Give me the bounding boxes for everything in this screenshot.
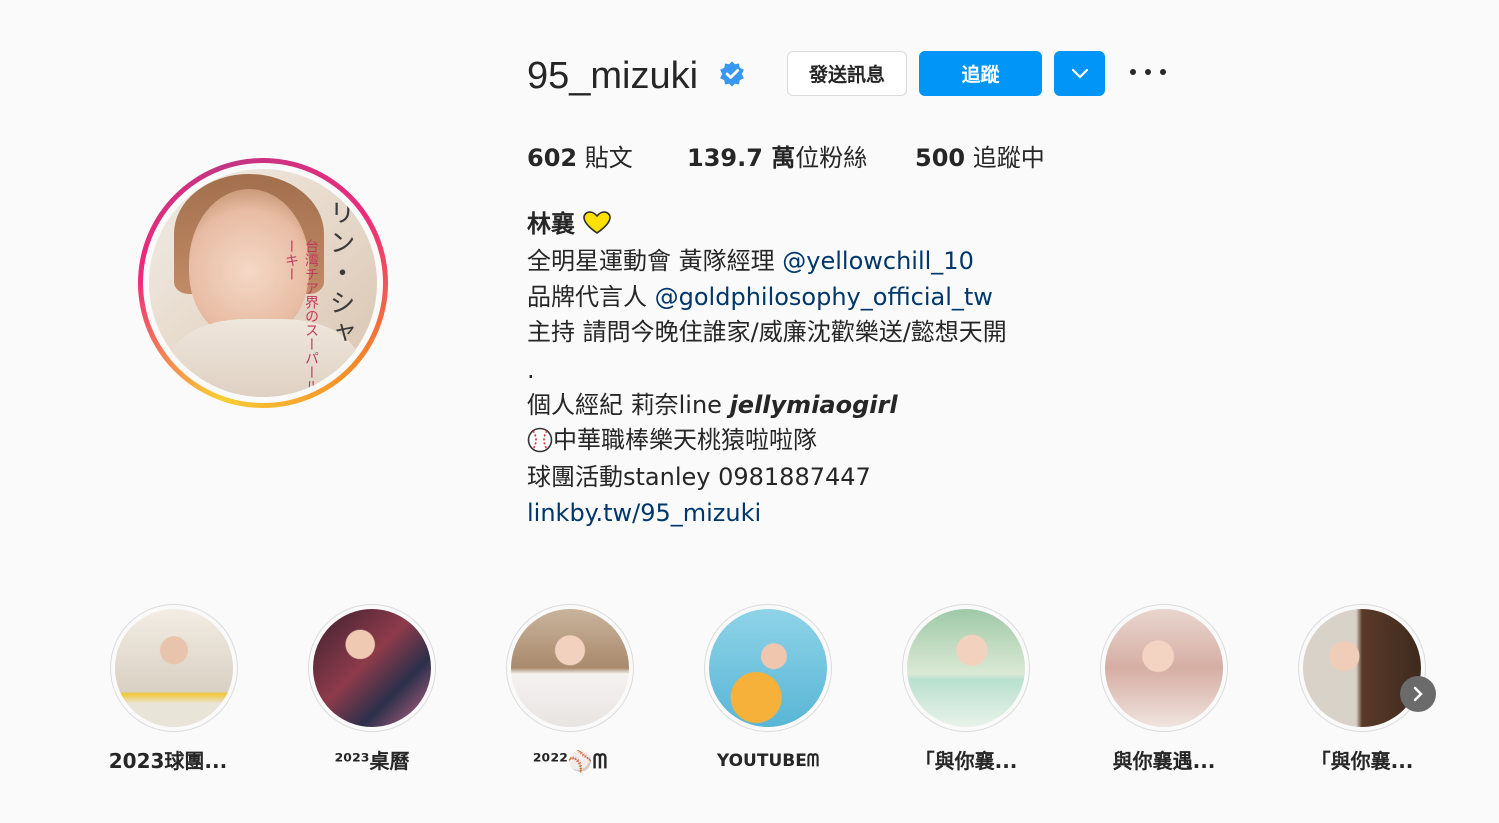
profile-username: 95_mizuki xyxy=(527,55,699,97)
bio-line-1: 全明星運動會 黃隊經理 @yellowchill_10 xyxy=(527,243,974,279)
highlight-cover xyxy=(115,609,233,727)
highlights-next-button[interactable] xyxy=(1400,676,1436,712)
highlight-item[interactable] xyxy=(704,604,832,732)
baseball-icon xyxy=(527,427,553,453)
posts-count: 602 貼文 xyxy=(527,143,633,173)
bio-text: 中華職棒樂天桃猿啦啦隊 xyxy=(553,426,817,454)
avatar-subtitle-text: 台湾チア界のスーパールーキー xyxy=(283,239,319,393)
follow-button[interactable]: 追蹤 xyxy=(919,51,1042,96)
avatar-title-text: リン・シャ xyxy=(325,199,355,349)
bio-line-4: . xyxy=(527,356,535,384)
suggested-dropdown-button[interactable] xyxy=(1054,51,1105,96)
chevron-down-icon xyxy=(1071,68,1088,79)
highlight-label: ²⁰²³桌曆 xyxy=(334,749,410,773)
highlight-cover xyxy=(313,609,431,727)
bio-line-7: 球團活動stanley 0981887447 xyxy=(527,463,871,491)
followers-count[interactable]: 139.7 萬位粉絲 xyxy=(687,143,867,173)
following-count[interactable]: 500 追蹤中 xyxy=(915,143,1045,173)
followers-value: 139.7 萬 xyxy=(687,144,796,172)
posts-label: 貼文 xyxy=(577,144,633,172)
verified-badge-icon xyxy=(720,61,744,87)
chevron-right-icon xyxy=(1413,686,1423,702)
highlight-label: YOUTUBEᗰ xyxy=(716,751,820,771)
bio-name-line: 林襄 xyxy=(527,206,611,242)
yellow-heart-icon xyxy=(582,211,611,234)
highlight-item[interactable] xyxy=(1298,604,1426,732)
bio-name: 林襄 xyxy=(527,210,575,238)
highlight-cover xyxy=(1303,609,1421,727)
highlight-cover xyxy=(1105,609,1223,727)
highlight-cover xyxy=(511,609,629,727)
bio-line-id: jellymiaogirl xyxy=(729,391,898,419)
highlight-label: 「與你襄... xyxy=(1310,749,1414,773)
bio-line-2: 品牌代言人 @goldphilosophy_official_tw xyxy=(527,279,993,315)
highlight-item[interactable] xyxy=(506,604,634,732)
following-value: 500 xyxy=(915,144,966,172)
highlight-item[interactable] xyxy=(308,604,436,732)
highlight-label: 與你襄遇... xyxy=(1112,749,1216,773)
message-button[interactable]: 發送訊息 xyxy=(787,51,907,96)
bio-text: 品牌代言人 xyxy=(527,283,655,311)
bio-mention-link[interactable]: @yellowchill_10 xyxy=(782,247,974,275)
more-options-icon[interactable] xyxy=(1130,62,1166,82)
highlight-label: ²⁰²²⚾ᗰ xyxy=(532,749,608,773)
posts-value: 602 xyxy=(527,144,578,172)
bio-line-6: 中華職棒樂天桃猿啦啦隊 xyxy=(527,422,817,458)
following-label: 追蹤中 xyxy=(965,144,1045,172)
bio-line-5: 個人經紀 莉奈line jellymiaogirl xyxy=(527,387,898,423)
bio-mention-link[interactable]: @goldphilosophy_official_tw xyxy=(655,283,993,311)
bio-line-3: 主持 請問今晚住誰家/威廉沈歡樂送/懿想天開 xyxy=(527,318,1007,346)
highlight-label: 2023球團... xyxy=(108,749,228,773)
highlight-cover xyxy=(907,609,1025,727)
bio-text: 全明星運動會 黃隊經理 xyxy=(527,247,783,275)
avatar-photo: リン・シャ 台湾チア界のスーパールーキー xyxy=(149,169,377,397)
followers-label: 位粉絲 xyxy=(795,144,868,172)
highlight-item[interactable] xyxy=(110,604,238,732)
highlight-item[interactable] xyxy=(902,604,1030,732)
highlight-cover xyxy=(709,609,827,727)
profile-avatar[interactable]: リン・シャ 台湾チア界のスーパールーキー xyxy=(138,158,388,408)
bio-text: 個人經紀 莉奈line xyxy=(527,391,730,419)
highlight-item[interactable] xyxy=(1100,604,1228,732)
highlight-label: 「與你襄... xyxy=(914,749,1018,773)
website-link[interactable]: linkby.tw/95_mizuki xyxy=(527,495,761,531)
